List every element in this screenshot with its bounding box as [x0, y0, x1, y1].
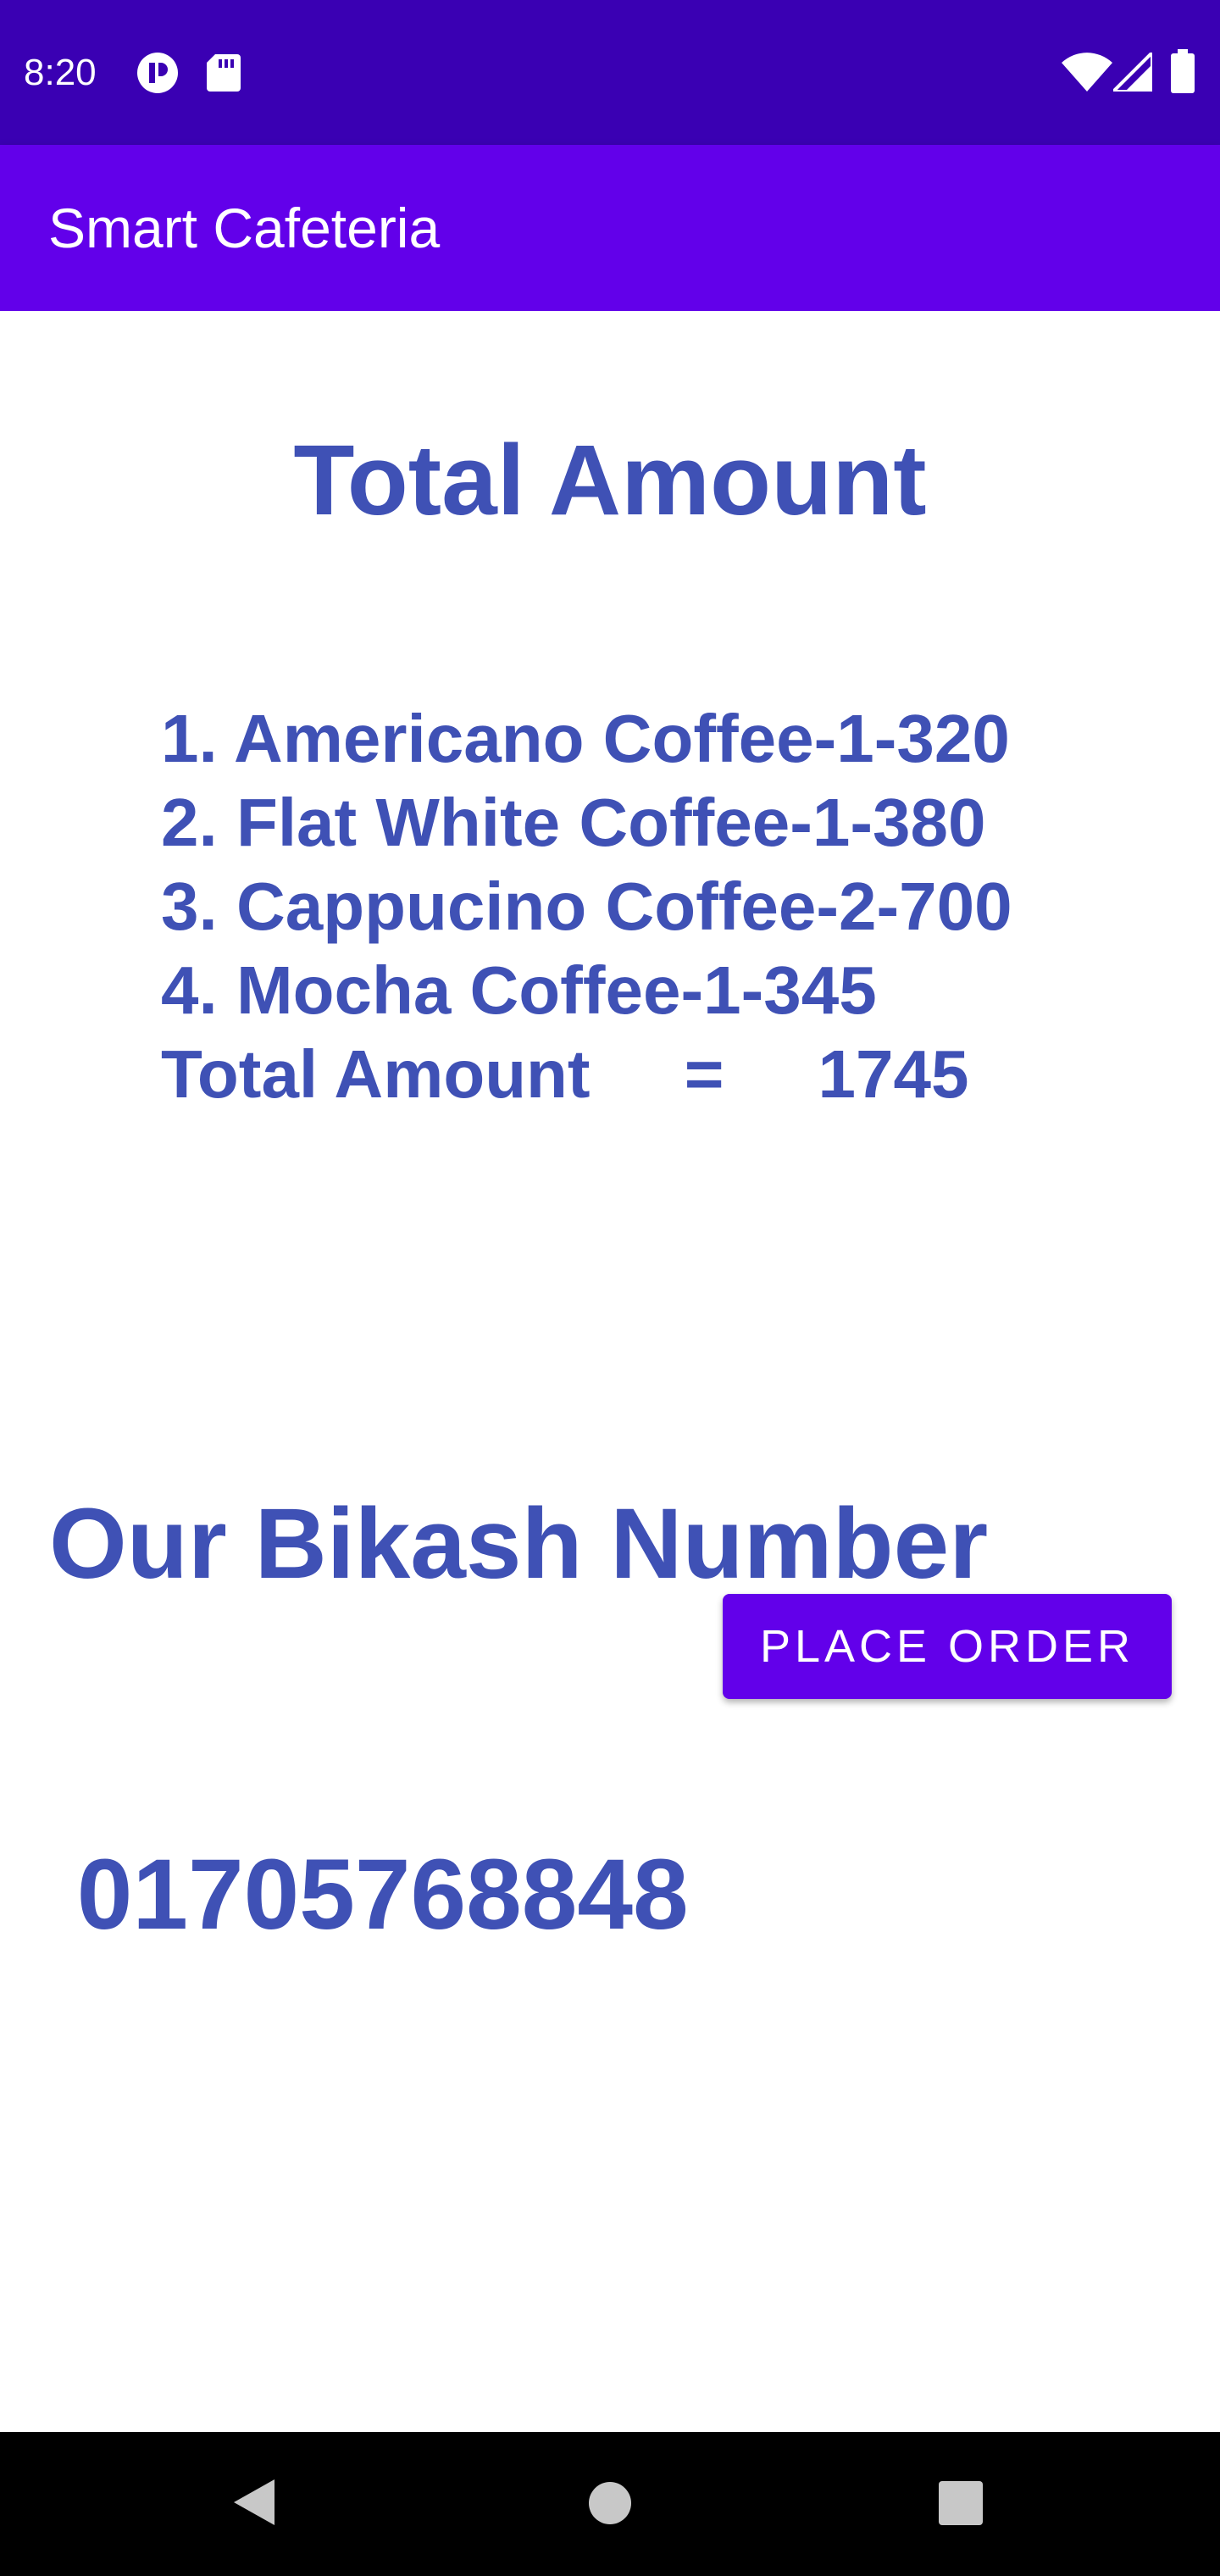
app-notification-icon: [136, 51, 180, 99]
navigation-bar: [0, 2432, 1220, 2576]
order-item: 1. Americano Coffee-1-320: [161, 701, 1010, 776]
signal-icon: [1109, 48, 1154, 96]
order-item: 3. Cappucino Coffee-2-700: [161, 869, 1012, 944]
home-icon[interactable]: [588, 2481, 632, 2529]
bikash-number: 01705768848: [49, 1839, 689, 1951]
bikash-info: Our Bikash Number 01705768848: [49, 1252, 988, 2187]
place-order-button[interactable]: PLACE ORDER: [723, 1594, 1172, 1699]
app-title: Smart Cafeteria: [48, 197, 441, 259]
order-summary-screen: Total Amount 1. Americano Coffee-1-320 2…: [0, 311, 1220, 2432]
order-item: 2. Flat White Coffee-1-380: [161, 785, 986, 860]
order-list: 1. Americano Coffee-1-320 2. Flat White …: [161, 697, 1012, 1116]
page-title: Total Amount: [293, 425, 927, 536]
app-bar: Smart Cafeteria: [0, 145, 1220, 311]
status-bar: 8:20: [0, 0, 1220, 145]
sd-card-icon: [207, 54, 241, 96]
recents-icon[interactable]: [939, 2481, 983, 2529]
battery-icon: [1171, 49, 1195, 97]
bikash-label: Our Bikash Number: [49, 1488, 989, 1600]
order-total: Total Amount = 1745: [161, 1036, 969, 1112]
status-time: 8:20: [24, 52, 97, 93]
back-icon[interactable]: [230, 2476, 278, 2533]
order-item: 4. Mocha Coffee-1-345: [161, 952, 877, 1028]
wifi-icon: [1062, 53, 1112, 96]
